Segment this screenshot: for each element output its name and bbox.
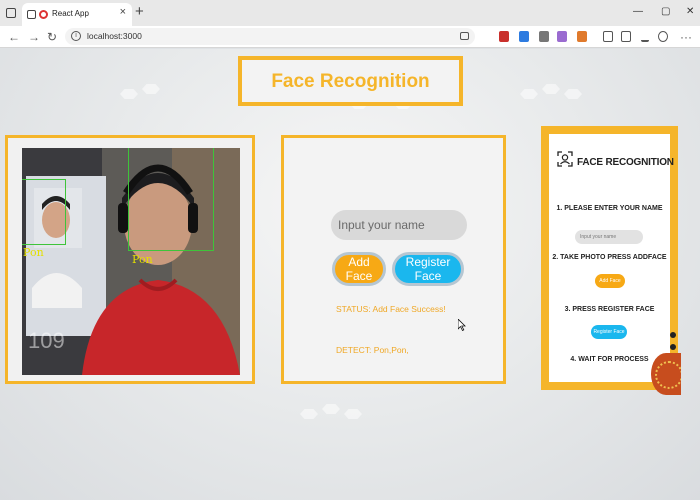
app-title: Face Recognition [271, 71, 430, 92]
tab-title: React App [52, 9, 89, 18]
close-window-icon[interactable]: ✕ [686, 6, 694, 18]
mouse-cursor-icon [458, 319, 466, 331]
instruction-step-2: 2. TAKE PHOTO PRESS ADDFACE [552, 254, 667, 261]
react-app-favicon-icon [27, 10, 36, 19]
minimize-icon[interactable]: — [633, 6, 643, 18]
browser-tab-bar: React App × + — ▢ ✕ [0, 0, 700, 26]
instruction-step-4: 4. WAIT FOR PROCESS [570, 356, 649, 363]
address-bar[interactable]: i localhost:3000 [65, 28, 475, 45]
extension-red-icon[interactable] [499, 31, 509, 42]
extension-fox-icon[interactable] [577, 31, 587, 42]
instruction-card: FACE RECOGNITION 1. PLEASE ENTER YOUR NA… [541, 126, 678, 390]
face-scan-icon [557, 151, 573, 167]
detect-text: DETECT: Pon,Pon, [336, 345, 409, 355]
back-icon[interactable]: ← [8, 30, 20, 44]
face-box-1 [22, 179, 66, 245]
register-face-button[interactable]: Register Face [392, 252, 464, 286]
maximize-icon[interactable]: ▢ [661, 6, 670, 18]
browser-toolbar: ← → ↻ i localhost:3000 ··· [0, 26, 700, 48]
add-face-button[interactable]: Add Face [332, 252, 386, 286]
name-input[interactable] [331, 210, 467, 240]
status-text: STATUS: Add Face Success! [336, 304, 446, 314]
webcam-feed: 109 Pon Pon [22, 148, 240, 375]
browser-menu-icon[interactable]: ··· [680, 30, 692, 44]
webcam-panel: 109 Pon Pon [5, 135, 255, 384]
page-background: Face Recognition 109 Pon Pon Input your … [0, 49, 700, 500]
instruction-add-face-button: Add Face [595, 274, 625, 288]
carousel-dot[interactable] [670, 332, 676, 338]
face-label-1: Pon [23, 246, 44, 259]
camera-in-use-icon[interactable] [460, 32, 469, 40]
browser-tab[interactable]: React App × [22, 3, 132, 26]
face-label-2: Pon [132, 253, 153, 266]
instruction-step-1: 1. PLEASE ENTER YOUR NAME [556, 205, 663, 212]
instruction-card-body: FACE RECOGNITION 1. PLEASE ENTER YOUR NA… [549, 134, 674, 382]
forward-icon[interactable]: → [28, 30, 40, 44]
reload-icon[interactable]: ↻ [47, 30, 57, 44]
extension-blue-icon[interactable] [519, 31, 529, 42]
tab-actions-icon[interactable] [6, 8, 16, 18]
address-url: localhost:3000 [87, 31, 142, 41]
university-seal-logo [651, 353, 681, 395]
face-form-panel: Add Face Register Face STATUS: Add Face … [281, 135, 506, 384]
new-tab-button[interactable]: + [135, 4, 144, 20]
profile-icon[interactable] [658, 31, 668, 42]
collections-icon[interactable] [621, 31, 631, 42]
extension-grey-icon[interactable] [539, 31, 549, 42]
carousel-dot[interactable] [670, 344, 676, 350]
site-info-icon[interactable]: i [71, 31, 81, 41]
instruction-name-input: Input your name [575, 230, 643, 244]
instruction-step-3: 3. PRESS REGISTER FACE [564, 306, 655, 313]
svg-text:109: 109 [28, 328, 65, 353]
instruction-register-face-button: Register Face [591, 325, 627, 339]
instruction-title: FACE RECOGNITION [577, 157, 674, 168]
downloads-icon[interactable] [641, 31, 649, 42]
favorites-icon[interactable] [603, 31, 613, 42]
recording-icon [39, 10, 48, 19]
extension-purple-icon[interactable] [557, 31, 567, 42]
face-box-2 [128, 148, 214, 251]
tab-close-icon[interactable]: × [120, 7, 126, 18]
app-title-card: Face Recognition [238, 56, 463, 106]
